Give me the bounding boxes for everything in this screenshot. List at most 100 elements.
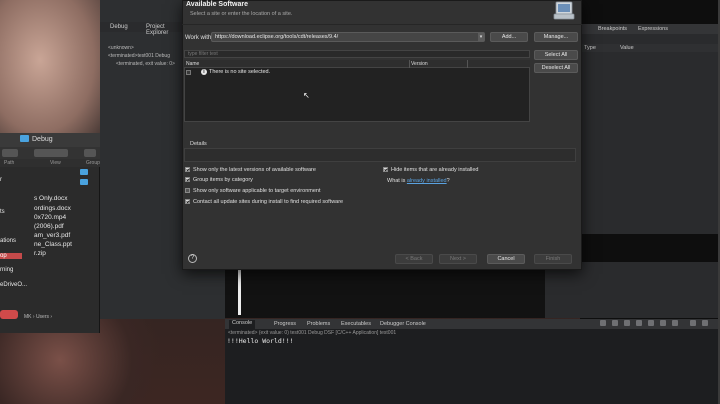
sidebar-item[interactable]: eDriveO... (0, 282, 27, 288)
sidebar-item[interactable]: ts (0, 209, 22, 215)
group-label: Group (86, 160, 100, 166)
debug-tree: <unknown> <terminated>test001 Debug <ter… (108, 44, 175, 68)
info-icon: i (201, 69, 207, 75)
tab-debugger-console[interactable]: Debugger Console (380, 321, 426, 327)
what-is-installed: What is already installed? (387, 178, 450, 184)
finder-path-bar[interactable]: MK › Users › (24, 314, 100, 322)
column-type[interactable]: Type (584, 45, 596, 51)
editor-area (225, 268, 545, 318)
details-area (184, 148, 576, 162)
file-item[interactable]: (2006).pdf (34, 223, 64, 230)
option-target-environment[interactable]: Show only software applicable to target … (185, 188, 321, 194)
view-label: View (50, 160, 61, 166)
folder-icon (20, 135, 29, 142)
checkbox[interactable] (185, 167, 190, 172)
tree-item[interactable]: <terminated>test001 Debug (108, 52, 175, 60)
tree-item[interactable]: <unknown> (108, 44, 175, 52)
install-wizard-icon (553, 1, 575, 20)
tab-breakpoints[interactable]: Breakpoints (598, 26, 627, 32)
checkbox[interactable] (383, 167, 388, 172)
tab-progress[interactable]: Progress (274, 321, 296, 327)
editor-caret (238, 270, 241, 315)
option-contact-update-sites[interactable]: Contact all update sites during install … (185, 199, 343, 205)
remove-icon[interactable] (612, 320, 618, 326)
tab-debug[interactable]: Debug (110, 24, 128, 30)
table-message: There is no site selected. (209, 69, 271, 75)
work-with-label: Work with: (185, 35, 213, 41)
tab-console[interactable]: Console (229, 320, 256, 329)
tab-problems[interactable]: Problems (307, 321, 330, 327)
software-table-header: Name Version (184, 60, 530, 68)
column-name[interactable]: Name (186, 61, 199, 67)
file-item[interactable]: r.zip (34, 250, 46, 257)
tab-expressions[interactable]: Expressions (638, 26, 668, 32)
file-item[interactable]: 0x720.mp4 (34, 214, 66, 221)
row-checkbox[interactable] (186, 70, 191, 75)
column-value[interactable]: Value (620, 45, 634, 51)
tab-executables[interactable]: Executables (341, 321, 371, 327)
console-output[interactable]: !!!Hello World!!! (227, 337, 294, 345)
add-site-button[interactable]: Add... (490, 32, 528, 42)
outline-panel (545, 262, 718, 318)
deselect-all-button[interactable]: Deselect All (534, 63, 578, 73)
filter-input[interactable]: type filter text (184, 50, 530, 58)
display-icon[interactable] (660, 320, 666, 326)
checkbox[interactable] (185, 177, 190, 182)
column-divider (409, 60, 410, 68)
option-hide-installed[interactable]: Hide items that are already installed (383, 167, 478, 173)
sidebar-item[interactable]: rning (0, 267, 22, 273)
path-button[interactable] (2, 149, 18, 157)
open-console-icon[interactable] (672, 320, 678, 326)
column-version[interactable]: Version (411, 61, 428, 67)
terminate-icon[interactable] (600, 320, 606, 326)
work-with-combo[interactable]: https://download.eclipse.org/tools/cdt/r… (211, 32, 485, 42)
path-label: Path (4, 160, 15, 166)
checkbox[interactable] (185, 199, 190, 204)
details-label: Details (190, 141, 207, 147)
file-item[interactable]: ordings.docx (34, 205, 71, 212)
finder-window: Debug Path View Group r ts ations op rni… (0, 133, 100, 333)
finder-toolbar (0, 147, 100, 159)
dialog-subtitle: Select a site or enter the location of a… (190, 11, 293, 17)
file-item[interactable]: s Only.docx (34, 195, 67, 202)
manage-sites-button[interactable]: Manage... (534, 32, 578, 42)
tree-item[interactable]: <terminated, exit value: 0> (108, 60, 175, 68)
maximize-icon[interactable] (702, 320, 708, 326)
finder-title: Debug (32, 136, 53, 143)
view-switcher[interactable] (34, 149, 68, 157)
tab-project-explorer[interactable]: Project Explorer (146, 24, 182, 36)
back-button[interactable]: < Back (395, 254, 433, 264)
next-button[interactable]: Next > (439, 254, 477, 264)
checkbox[interactable] (185, 188, 190, 193)
finder-titlebar: Debug (0, 133, 100, 147)
chevron-down-icon[interactable]: ▾ (478, 33, 484, 41)
option-latest-versions[interactable]: Show only the latest versions of availab… (185, 167, 316, 173)
dialog-title: Available Software (186, 1, 248, 8)
sidebar-item-selected[interactable]: op (0, 253, 22, 259)
group-button[interactable] (84, 149, 96, 157)
folder-icon[interactable] (80, 179, 88, 185)
mouse-pointer-icon: ↖ (303, 91, 310, 100)
variables-tabs: Breakpoints Expressions (582, 24, 718, 34)
already-installed-link[interactable]: already installed (407, 178, 447, 184)
console-tabs: Console Progress Problems Executables De… (225, 319, 718, 329)
minimize-icon[interactable] (690, 320, 696, 326)
console-status: <terminated> (exit value: 0) test001 Deb… (228, 330, 397, 336)
help-icon[interactable]: ? (188, 254, 197, 263)
cancel-button[interactable]: Cancel (487, 254, 525, 264)
select-all-button[interactable]: Select All (534, 50, 578, 60)
file-item[interactable]: am_ver3.pdf (34, 232, 70, 239)
sidebar-item[interactable]: ations (0, 238, 22, 244)
finish-button[interactable]: Finish (534, 254, 572, 264)
pin-icon[interactable] (648, 320, 654, 326)
folder-icon[interactable] (80, 169, 88, 175)
option-group-by-category[interactable]: Group items by category (185, 177, 253, 183)
file-item[interactable]: ne_Class.ppt (34, 241, 72, 248)
column-divider (467, 60, 468, 68)
clear-icon[interactable] (624, 320, 630, 326)
finder-column-labels: Path View Group (0, 159, 100, 167)
scroll-lock-icon[interactable] (636, 320, 642, 326)
sidebar-item[interactable]: r (0, 177, 22, 183)
variables-panel (582, 24, 718, 234)
debug-view-tabs: Debug Project Explorer (100, 22, 182, 36)
